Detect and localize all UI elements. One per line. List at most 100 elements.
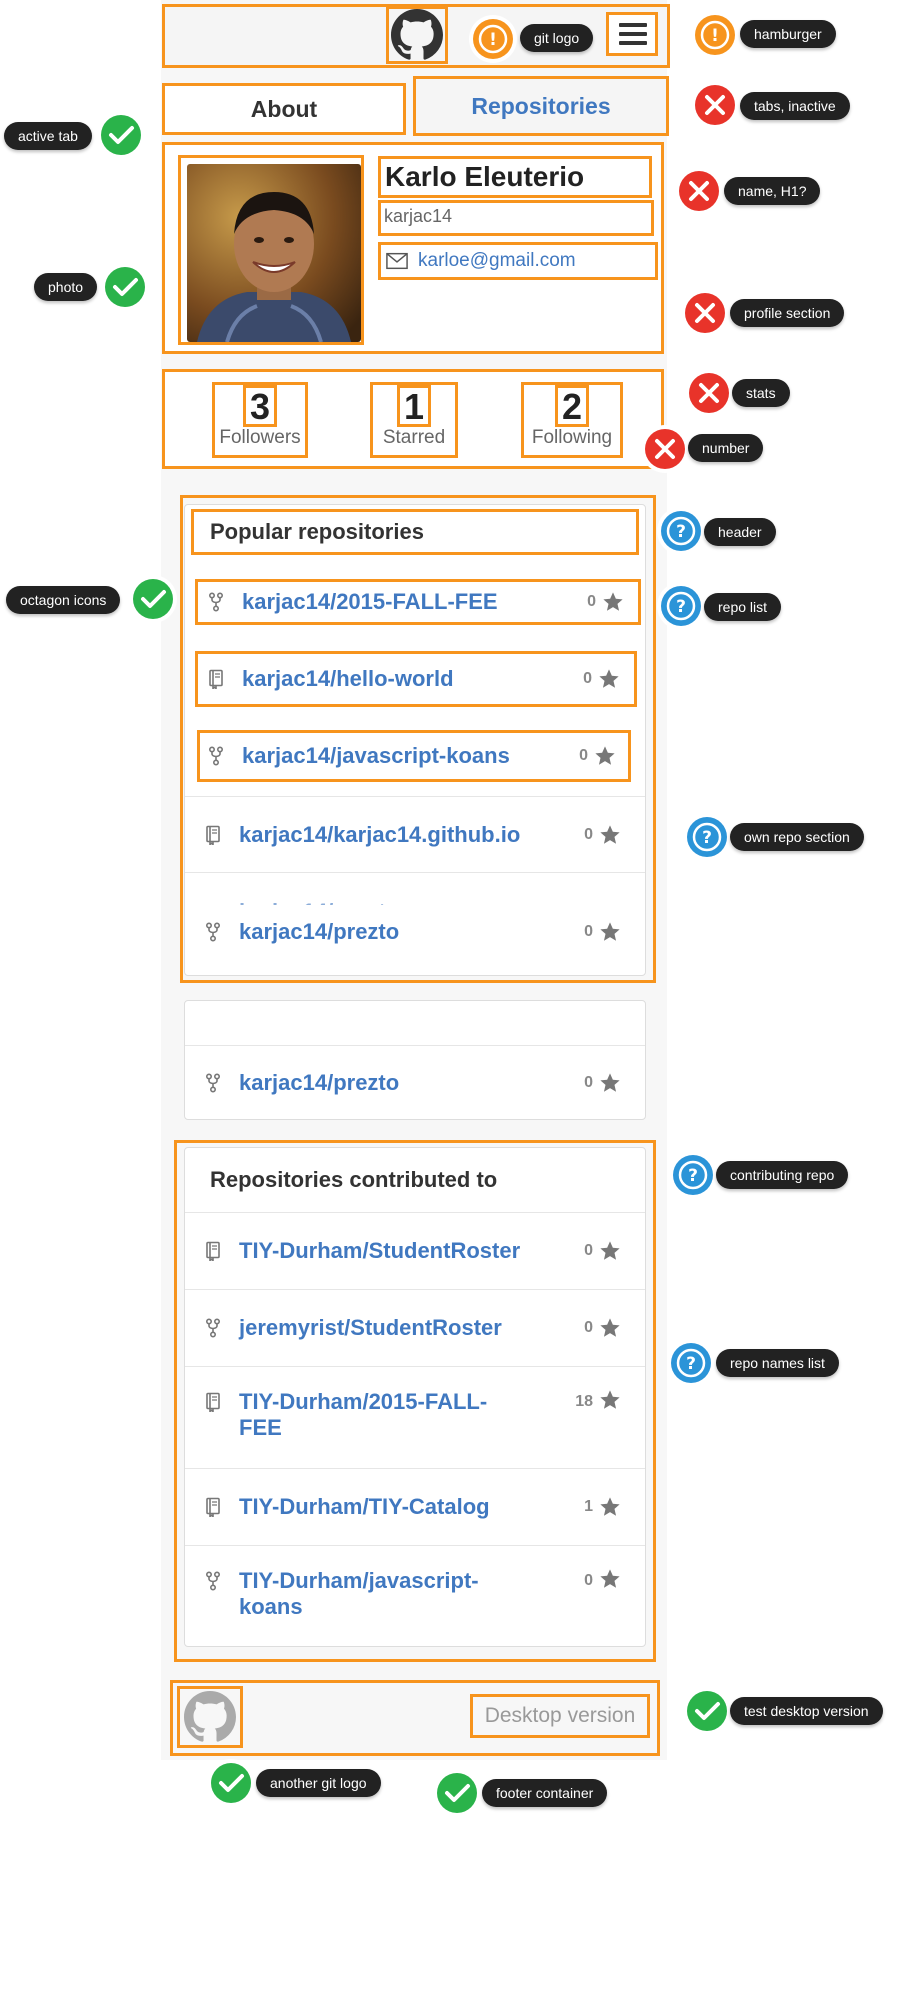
- repo-star-count: 0: [584, 1242, 593, 1259]
- tab-repositories-label: Repositories: [471, 92, 611, 119]
- error-badge-icon: [680, 288, 730, 338]
- annotation-label: name, H1?: [724, 177, 821, 205]
- repo-list-item[interactable]: karjac14/javascript-koans 0: [197, 730, 631, 782]
- stat-starred-number: 1: [396, 385, 432, 427]
- stat-starred[interactable]: 1 Starred: [370, 382, 458, 458]
- error-badge-icon: [640, 424, 690, 474]
- question-badge-icon: [668, 1150, 718, 1200]
- tab-repositories[interactable]: Repositories: [413, 76, 669, 136]
- desktop-version-link[interactable]: Desktop version: [470, 1694, 650, 1738]
- profile-email-row[interactable]: karloe@gmail.com: [378, 242, 658, 280]
- repo-name[interactable]: karjac14/2015-FALL-FEE: [242, 589, 587, 615]
- repo-name[interactable]: karjac14/karjac14.github.io: [239, 822, 584, 848]
- ghost-repo-name: karjac14/prezto: [239, 899, 399, 905]
- scrolled-card-header: [185, 1001, 645, 1046]
- question-badge-icon: [666, 1338, 716, 1388]
- repo-name[interactable]: karjac14/hello-world: [242, 666, 583, 692]
- star-icon: [598, 668, 620, 690]
- repo-list-item[interactable]: TIY-Durham/javascript- koans 0: [185, 1545, 645, 1647]
- repo-name-line: FEE: [239, 1415, 282, 1440]
- repo-name[interactable]: TIY-Durham/StudentRoster: [239, 1238, 584, 1264]
- annotation-label: active tab: [4, 122, 92, 150]
- annotation-label: profile section: [730, 299, 845, 327]
- stat-starred-label: Starred: [382, 427, 446, 448]
- annotation-label: tabs, inactive: [740, 92, 850, 120]
- repo-list-item[interactable]: TIY-Durham/2015-FALL- FEE 18: [185, 1366, 645, 1468]
- repo-list-item[interactable]: karjac14/hello-world 0: [195, 651, 637, 707]
- fork-icon: [205, 1073, 221, 1093]
- desktop-version-label: Desktop version: [484, 1704, 636, 1727]
- repo-name-line: TIY-Durham/javascript-: [239, 1568, 479, 1593]
- stat-followers-label: Followers: [219, 427, 301, 448]
- contributed-repos-title: Repositories contributed to: [210, 1167, 498, 1192]
- git-logo[interactable]: [386, 6, 448, 64]
- stat-following-label: Following: [531, 427, 613, 448]
- repo-star-count: 0: [584, 923, 593, 940]
- fork-icon: [205, 922, 221, 942]
- ok-badge-icon: [128, 574, 178, 624]
- star-icon: [599, 1389, 621, 1411]
- star-icon: [599, 921, 621, 943]
- repo-name[interactable]: karjac14/prezto: [239, 919, 584, 945]
- repo-name[interactable]: jeremyrist/StudentRoster: [239, 1315, 584, 1341]
- profile-email[interactable]: karloe@gmail.com: [418, 250, 576, 272]
- repo-list-item[interactable]: karjac14/2015-FALL-FEE 0: [195, 579, 641, 625]
- book-icon: [205, 1497, 221, 1517]
- repo-list-item[interactable]: TIY-Durham/TIY-Catalog 1: [185, 1468, 645, 1545]
- fork-icon: [205, 1318, 221, 1338]
- annotation-label: git logo: [520, 24, 594, 52]
- warning-badge-icon: [468, 14, 518, 64]
- tab-about[interactable]: About: [162, 83, 406, 135]
- book-icon: [205, 825, 221, 845]
- tab-about-label: About: [250, 95, 318, 122]
- clipped-repo-ghost: karjac14/prezto: [205, 899, 625, 905]
- star-icon: [602, 591, 624, 613]
- annotation-label: stats: [732, 379, 790, 407]
- popular-repos-title: Popular repositories: [210, 519, 424, 544]
- repo-name[interactable]: TIY-Durham/TIY-Catalog: [239, 1494, 584, 1520]
- star-icon: [599, 1072, 621, 1094]
- repo-list-item[interactable]: jeremyrist/StudentRoster 0: [185, 1289, 645, 1366]
- repo-star-count: 0: [584, 1074, 593, 1091]
- book-icon: [205, 1241, 221, 1261]
- book-icon: [205, 1392, 221, 1412]
- repo-list-item[interactable]: TIY-Durham/StudentRoster 0: [185, 1212, 645, 1289]
- repo-list-item[interactable]: karjac14/karjac14.github.io 0: [185, 796, 645, 872]
- repo-star-count: 0: [584, 825, 593, 843]
- error-badge-icon: [684, 368, 734, 418]
- stat-following[interactable]: 2 Following: [521, 382, 623, 458]
- repo-name[interactable]: karjac14/prezto: [239, 1070, 584, 1096]
- repo-name[interactable]: TIY-Durham/2015-FALL- FEE: [239, 1389, 575, 1441]
- annotation-label: header: [704, 518, 776, 546]
- annotation-label: contributing repo: [716, 1161, 849, 1189]
- repo-list-item[interactable]: karjac14/prezto 0: [185, 1046, 645, 1120]
- repo-name[interactable]: TIY-Durham/javascript- koans: [239, 1568, 584, 1620]
- repo-star-count: 0: [587, 593, 596, 610]
- envelope-icon: [386, 252, 408, 270]
- github-logo-icon: [391, 9, 443, 61]
- error-badge-icon: [690, 80, 740, 130]
- repo-star-count: 0: [579, 747, 588, 764]
- star-icon: [599, 1240, 621, 1262]
- contributed-repos-header: Repositories contributed to: [185, 1148, 645, 1212]
- repo-star-count: 18: [575, 1393, 593, 1410]
- annotation-label: photo: [34, 273, 98, 301]
- repo-name[interactable]: karjac14/javascript-koans: [242, 743, 579, 769]
- footer-git-logo[interactable]: [177, 1686, 243, 1748]
- ok-badge-icon: [100, 262, 150, 312]
- repo-list-item[interactable]: karjac14/prezto karjac14/prezto 0: [185, 872, 645, 972]
- repo-star-count: 0: [584, 1319, 593, 1336]
- star-icon: [594, 745, 616, 767]
- annotation-label: number: [688, 434, 764, 462]
- ok-badge-icon: [432, 1768, 482, 1818]
- annotation-label: another git logo: [256, 1769, 381, 1797]
- stat-followers-number: 3: [242, 385, 278, 427]
- hamburger-menu-button[interactable]: [606, 12, 658, 56]
- annotation-label: octagon icons: [6, 586, 121, 614]
- stat-followers[interactable]: 3 Followers: [212, 382, 308, 458]
- stat-following-number: 2: [554, 385, 590, 427]
- error-badge-icon: [674, 166, 724, 216]
- star-icon: [599, 824, 621, 846]
- star-icon: [599, 1568, 621, 1590]
- book-icon: [208, 669, 224, 689]
